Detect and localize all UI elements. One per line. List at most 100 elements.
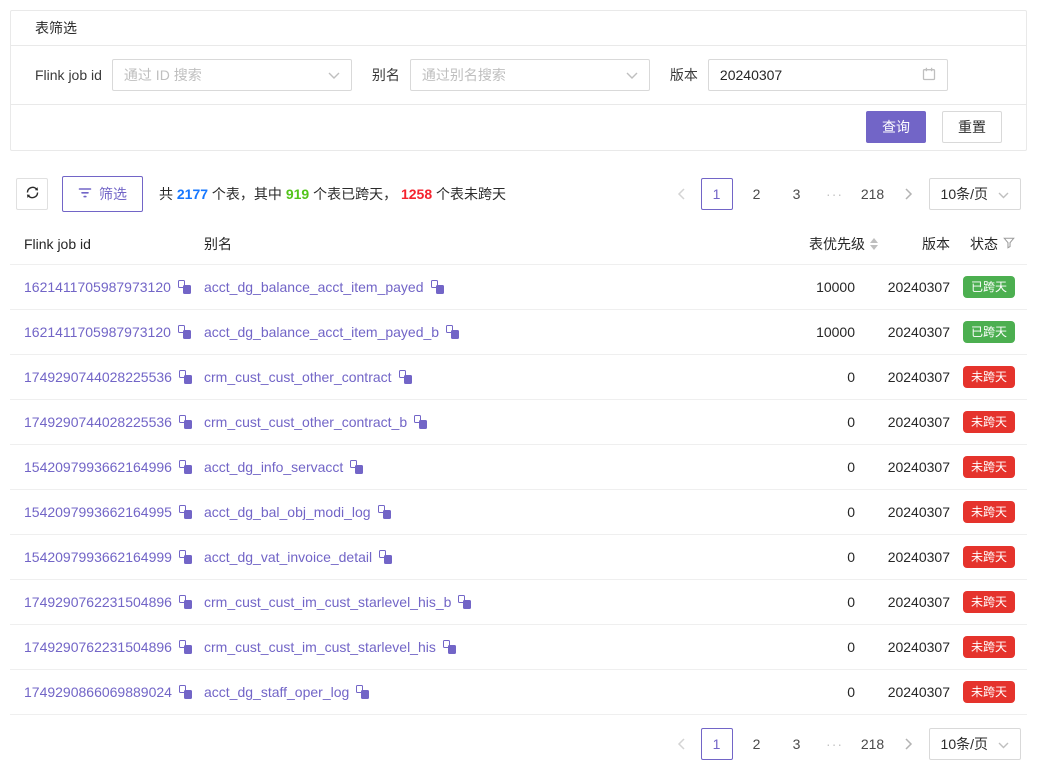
copy-icon[interactable] [179, 415, 192, 429]
table-row: 1749290762231504896 crm_cust_cust_im_cus… [10, 625, 1027, 670]
next-page-button[interactable] [897, 178, 921, 210]
version-cell: 20240307 [878, 265, 950, 310]
calendar-icon [922, 67, 936, 84]
table-row: 1749290762231504896 crm_cust_cust_im_cus… [10, 580, 1027, 625]
copy-icon[interactable] [179, 685, 192, 699]
priority-cell: 0 [728, 445, 878, 490]
page-size-value: 10条/页 [941, 734, 988, 754]
job-id-link[interactable]: 1621411705987973120 [24, 324, 171, 340]
version-cell: 20240307 [878, 310, 950, 355]
page-number-2[interactable]: 2 [741, 178, 773, 210]
priority-cell: 0 [728, 490, 878, 535]
chevron-down-icon [998, 736, 1009, 752]
alias-link[interactable]: acct_dg_vat_invoice_detail [204, 549, 372, 565]
page-number-3[interactable]: 3 [781, 178, 813, 210]
alias-link[interactable]: crm_cust_cust_im_cust_starlevel_his [204, 639, 436, 655]
status-header-label: 状态 [970, 234, 998, 254]
table-row: 1621411705987973120 acct_dg_balance_acct… [10, 310, 1027, 355]
version-date-picker[interactable] [708, 59, 948, 91]
copy-icon[interactable] [179, 640, 192, 654]
job-id-link[interactable]: 1542097993662164996 [24, 459, 172, 475]
page-ellipsis[interactable]: ··· [821, 736, 849, 752]
alias-link[interactable]: acct_dg_staff_oper_log [204, 684, 349, 700]
chevron-down-icon [626, 67, 638, 83]
page-size-select[interactable]: 10条/页 [929, 728, 1021, 760]
alias-label: 别名 [372, 65, 400, 85]
copy-icon[interactable] [179, 550, 192, 564]
copy-icon[interactable] [443, 640, 456, 654]
alias-placeholder: 通过别名搜索 [422, 65, 506, 85]
copy-icon[interactable] [399, 370, 412, 384]
flink-job-id-select[interactable]: 通过 ID 搜索 [112, 59, 352, 91]
column-header-job-id: Flink job id [10, 225, 204, 265]
page-size-value: 10条/页 [941, 184, 988, 204]
filter-fields-row: Flink job id 通过 ID 搜索 别名 通过别名搜索 [11, 46, 1026, 105]
filter-button[interactable]: 筛选 [62, 176, 143, 212]
page-ellipsis[interactable]: ··· [821, 186, 849, 202]
next-page-button[interactable] [897, 728, 921, 760]
alias-link[interactable]: crm_cust_cust_other_contract [204, 369, 392, 385]
status-badge: 未跨天 [963, 636, 1015, 658]
reset-button[interactable]: 重置 [942, 111, 1002, 143]
filter-card-title: 表筛选 [11, 11, 1026, 46]
query-button[interactable]: 查询 [866, 111, 926, 143]
copy-icon[interactable] [458, 595, 471, 609]
version-date-input[interactable] [720, 67, 900, 83]
prev-page-button[interactable] [669, 178, 693, 210]
refresh-button[interactable] [16, 178, 48, 210]
table-row: 1749290744028225536 crm_cust_cust_other_… [10, 355, 1027, 400]
job-id-link[interactable]: 1749290744028225536 [24, 414, 172, 430]
column-header-alias: 别名 [204, 225, 728, 265]
alias-select[interactable]: 通过别名搜索 [410, 59, 650, 91]
copy-icon[interactable] [356, 685, 369, 699]
priority-cell: 0 [728, 535, 878, 580]
copy-icon[interactable] [178, 280, 191, 294]
page: 表筛选 Flink job id 通过 ID 搜索 别名 通过别名搜索 [0, 0, 1037, 760]
copy-icon[interactable] [431, 280, 444, 294]
job-id-link[interactable]: 1542097993662164995 [24, 504, 172, 520]
filter-lines-icon [78, 186, 92, 202]
copy-icon[interactable] [179, 460, 192, 474]
stats-total-count: 2177 [177, 186, 208, 202]
copy-icon[interactable] [179, 595, 192, 609]
page-size-select[interactable]: 10条/页 [929, 178, 1021, 210]
alias-link[interactable]: acct_dg_bal_obj_modi_log [204, 504, 371, 520]
job-id-link[interactable]: 1621411705987973120 [24, 279, 171, 295]
copy-icon[interactable] [378, 505, 391, 519]
stats-crossed-count: 919 [286, 186, 309, 202]
copy-icon[interactable] [178, 325, 191, 339]
job-id-link[interactable]: 1749290744028225536 [24, 369, 172, 385]
results-table: Flink job id 别名 表优先级 版本 状态 [10, 225, 1027, 715]
copy-icon[interactable] [350, 460, 363, 474]
alias-link[interactable]: crm_cust_cust_other_contract_b [204, 414, 407, 430]
page-number-1[interactable]: 1 [701, 728, 733, 760]
table-row: 1542097993662164995 acct_dg_bal_obj_modi… [10, 490, 1027, 535]
version-cell: 20240307 [878, 445, 950, 490]
alias-link[interactable]: crm_cust_cust_im_cust_starlevel_his_b [204, 594, 451, 610]
page-number-last[interactable]: 218 [857, 178, 889, 210]
job-id-link[interactable]: 1542097993662164999 [24, 549, 172, 565]
copy-icon[interactable] [414, 415, 427, 429]
stats-mid1: 个表，其中 [208, 186, 286, 202]
version-cell: 20240307 [878, 400, 950, 445]
alias-link[interactable]: acct_dg_info_servacct [204, 459, 343, 475]
prev-page-button[interactable] [669, 728, 693, 760]
version-label: 版本 [670, 65, 698, 85]
job-id-link[interactable]: 1749290866069889024 [24, 684, 172, 700]
page-number-2[interactable]: 2 [741, 728, 773, 760]
alias-link[interactable]: acct_dg_balance_acct_item_payed [204, 279, 424, 295]
job-id-link[interactable]: 1749290762231504896 [24, 639, 172, 655]
version-cell: 20240307 [878, 355, 950, 400]
copy-icon[interactable] [446, 325, 459, 339]
job-id-link[interactable]: 1749290762231504896 [24, 594, 172, 610]
page-number-3[interactable]: 3 [781, 728, 813, 760]
status-badge: 未跨天 [963, 411, 1015, 433]
sort-icon[interactable] [870, 238, 878, 250]
copy-icon[interactable] [179, 370, 192, 384]
page-number-1[interactable]: 1 [701, 178, 733, 210]
alias-link[interactable]: acct_dg_balance_acct_item_payed_b [204, 324, 439, 340]
copy-icon[interactable] [179, 505, 192, 519]
page-number-last[interactable]: 218 [857, 728, 889, 760]
copy-icon[interactable] [379, 550, 392, 564]
column-filter-icon[interactable] [1003, 236, 1015, 252]
